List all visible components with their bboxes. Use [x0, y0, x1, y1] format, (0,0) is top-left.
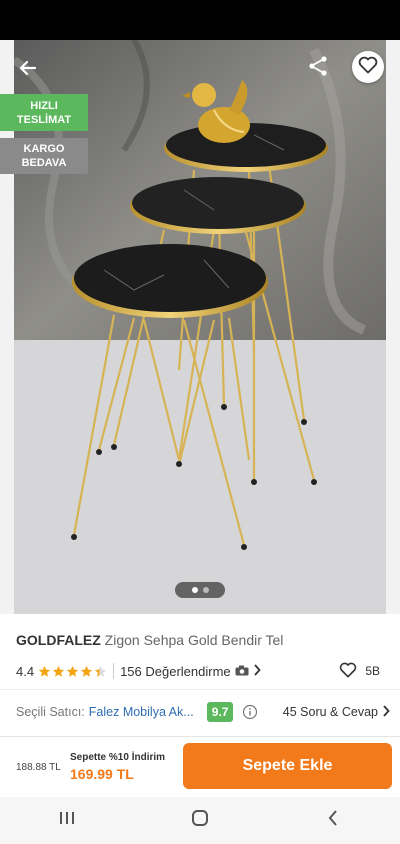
- favorite-button[interactable]: [352, 51, 384, 83]
- home-icon: [190, 808, 210, 833]
- favorite-count: 5B: [365, 664, 380, 678]
- fast-delivery-badge: HIZLI TESLİMAT: [0, 94, 88, 131]
- back-arrow-icon: [18, 58, 38, 83]
- back-button[interactable]: [10, 52, 46, 88]
- gallery-pagination: [175, 582, 225, 598]
- star-icon: [52, 665, 65, 677]
- chevron-right-icon: [253, 663, 261, 679]
- questions-link[interactable]: 45 Soru & Cevap: [282, 704, 390, 720]
- favorite-count-button[interactable]: 5B: [339, 660, 380, 682]
- review-count: 156 Değerlendirme: [120, 663, 231, 679]
- star-icon: [80, 665, 93, 677]
- product-title: GOLDFALEZ Zigon Sehpa Gold Bendir Tel: [16, 632, 283, 648]
- discounted-price: 169.99 TL: [70, 766, 134, 782]
- share-button[interactable]: [300, 50, 336, 86]
- section-divider: [0, 689, 400, 690]
- camera-icon: [235, 664, 249, 679]
- reviews-link[interactable]: 156 Değerlendirme: [120, 664, 261, 679]
- badge-line: HIZLI: [30, 99, 58, 112]
- heart-icon: [358, 56, 378, 79]
- badge-line: TESLİMAT: [16, 113, 72, 126]
- bottom-bar-divider: [0, 736, 400, 737]
- pagination-dot[interactable]: [202, 587, 209, 593]
- product-brand: GOLDFALEZ: [16, 632, 101, 648]
- rating-stars: [38, 665, 107, 678]
- seller-score-badge: 9.7: [206, 702, 234, 722]
- info-icon[interactable]: [242, 704, 258, 720]
- add-to-cart-button[interactable]: Sepete Ekle: [183, 743, 392, 789]
- cart-discount-label: Sepette %10 İndirim: [70, 752, 166, 763]
- product-image-gallery[interactable]: HIZLI TESLİMAT KARGO BEDAVA: [0, 40, 400, 614]
- star-icon: [94, 665, 107, 677]
- system-back-button[interactable]: [303, 806, 363, 836]
- free-cargo-badge: KARGO BEDAVA: [0, 138, 88, 174]
- seller-label: Seçili Satıcı:: [16, 705, 85, 719]
- chevron-right-icon: [382, 704, 390, 720]
- seller-name-link[interactable]: Falez Mobilya Ak...: [89, 705, 201, 719]
- status-bar: [0, 0, 400, 40]
- system-navigation-bar: [0, 797, 400, 844]
- recent-apps-button[interactable]: [37, 806, 97, 836]
- badge-line: BEDAVA: [21, 157, 67, 169]
- rating-row: 4.4 156 Değerlendirme 5B: [16, 660, 384, 682]
- badge-line: KARGO: [23, 143, 65, 155]
- divider: [113, 663, 115, 679]
- questions-label: 45 Soru & Cevap: [282, 705, 378, 719]
- seller-row: Seçili Satıcı: Falez Mobilya Ak... 9.7 4…: [16, 700, 390, 724]
- home-button[interactable]: [170, 806, 230, 836]
- back-nav-icon: [327, 809, 339, 832]
- pagination-dot-active[interactable]: [191, 587, 198, 593]
- star-icon: [38, 665, 51, 677]
- share-icon: [307, 55, 329, 82]
- heart-icon: [339, 662, 357, 681]
- rating-value: 4.4: [16, 663, 35, 679]
- star-icon: [66, 665, 79, 677]
- old-price: 188.88 TL: [16, 762, 61, 773]
- recent-apps-icon: [58, 810, 76, 831]
- product-name: Zigon Sehpa Gold Bendir Tel: [104, 632, 284, 648]
